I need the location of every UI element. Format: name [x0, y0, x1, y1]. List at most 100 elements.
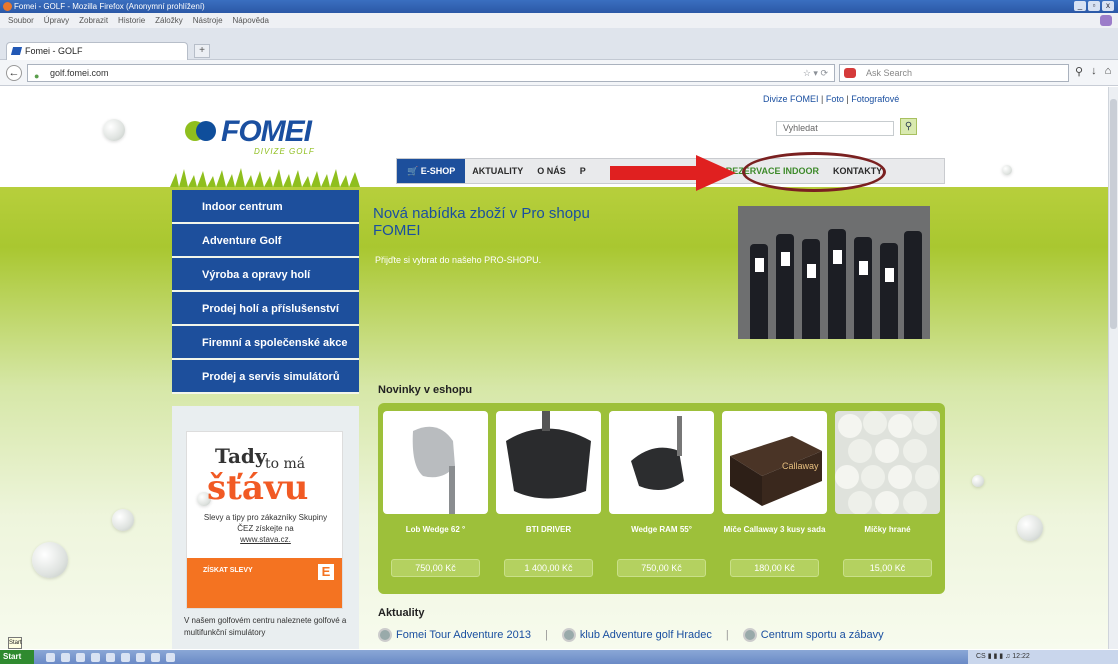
product-price: 750,00 Kč: [617, 559, 706, 577]
golf-ball-decoration: [1002, 165, 1012, 175]
logo-blue-circle: [196, 121, 216, 141]
golf-ball-decoration: [112, 509, 134, 531]
window-controls: _ ▫ x: [1074, 1, 1114, 11]
vertical-scrollbar[interactable]: [1108, 87, 1118, 649]
start-button[interactable]: Start: [0, 650, 34, 664]
menu-zobrazit[interactable]: Zobrazit: [79, 13, 108, 28]
nav-o-nas[interactable]: O NÁS: [530, 159, 573, 183]
windows-taskbar: Start CS ▮ ▮ ▮ ♫ 12:22: [0, 650, 1118, 664]
product-image[interactable]: [835, 411, 940, 514]
news-icon: [561, 628, 576, 642]
cez-logo-icon: E: [318, 564, 334, 580]
scrollbar-thumb[interactable]: [1110, 99, 1117, 329]
menu-soubor[interactable]: Soubor: [8, 13, 34, 28]
news-headline[interactable]: Nová nabídka zboží v Pro shopu FOMEI: [373, 205, 623, 239]
quicklaunch-icon[interactable]: [61, 652, 70, 662]
search-bar[interactable]: Ask Search: [839, 64, 1069, 82]
product-image[interactable]: Callaway: [722, 411, 827, 514]
product-image[interactable]: [609, 411, 714, 514]
site-identity-icon[interactable]: ●: [34, 68, 39, 84]
quicklaunch-icon[interactable]: [46, 652, 55, 662]
site-search-button[interactable]: ⚲: [900, 118, 917, 135]
minimize-button[interactable]: _: [1074, 1, 1086, 11]
sidebar-item-firemni-akce[interactable]: Firemní a společenské akce: [172, 326, 359, 360]
golf-ball-decoration: [972, 475, 984, 487]
product-name[interactable]: Míčky hrané: [835, 524, 940, 535]
quicklaunch-icon[interactable]: [76, 652, 85, 662]
product-card[interactable]: Lob Wedge 62 ° 750,00 Kč: [383, 411, 488, 585]
sidebar-item-adventure-golf[interactable]: Adventure Golf: [172, 224, 359, 258]
url-bar[interactable]: ● golf.fomei.com ☆ ▾ ⟳: [27, 64, 835, 82]
bookmark-star-icon[interactable]: ☆ ▾ ⟳: [803, 65, 828, 81]
quicklaunch-icon[interactable]: [166, 652, 175, 662]
quicklaunch-icon[interactable]: [151, 652, 160, 662]
sidebar-item-simulatory[interactable]: Prodej a servis simulátorů: [172, 360, 359, 394]
product-price: 15,00 Kč: [843, 559, 932, 577]
golf-ball-decoration: [103, 119, 125, 141]
product-name[interactable]: Lob Wedge 62 °: [383, 524, 488, 535]
ad-headline-1: Tady: [215, 444, 267, 468]
link-fotografove[interactable]: Fotografové: [851, 94, 899, 104]
product-image[interactable]: [496, 411, 601, 514]
product-price: 180,00 Kč: [730, 559, 819, 577]
ad-cta[interactable]: ZÍSKAT SLEVY E: [187, 558, 342, 608]
sidebar-text: V našem golfovém centru naleznete golfov…: [184, 616, 347, 637]
ad-text: Slevy a tipy pro zákazníky Skupiny ČEZ z…: [203, 513, 328, 544]
product-name[interactable]: Wedge RAM 55°: [609, 524, 714, 535]
product-card[interactable]: BTI DRIVER 1 400,00 Kč: [496, 411, 601, 585]
sidebar-item-prodej-holi[interactable]: Prodej holí a příslušenství: [172, 292, 359, 326]
sidebar-item-indoor-centrum[interactable]: Indoor centrum: [172, 190, 359, 224]
product-card[interactable]: Callaway Míče Callaway 3 kusy sada 180,0…: [722, 411, 827, 585]
menu-upravy[interactable]: Úpravy: [44, 13, 69, 28]
section-title-novinky: Novinky v eshopu: [378, 384, 473, 396]
link-foto[interactable]: Foto: [826, 94, 844, 104]
quicklaunch-icon[interactable]: [91, 652, 100, 662]
news-item[interactable]: klub Adventure golf Hradec: [561, 628, 712, 642]
home-icon[interactable]: ⌂: [1105, 65, 1112, 78]
product-image[interactable]: [383, 411, 488, 514]
clock: 12:22: [1012, 653, 1030, 660]
magnifier-icon: ⚲: [904, 121, 913, 132]
product-card[interactable]: Wedge RAM 55° 750,00 Kč: [609, 411, 714, 585]
product-name[interactable]: Míče Callaway 3 kusy sada: [722, 524, 827, 535]
menu-bar: Soubor Úpravy Zobrazit Historie Záložky …: [0, 13, 1118, 28]
sidebar-item-vyroba-opravy[interactable]: Výroba a opravy holí: [172, 258, 359, 292]
golf-ball-decoration: [1017, 515, 1043, 541]
search-engine-icon[interactable]: [844, 68, 856, 78]
stava-banner-ad[interactable]: Tady to má šťávu Slevy a tipy pro zákazn…: [186, 431, 343, 609]
nav-eshop[interactable]: 🛒 E-SHOP: [397, 159, 466, 183]
maximize-button[interactable]: ▫: [1088, 1, 1100, 11]
quicklaunch-icon[interactable]: [121, 652, 130, 662]
search-icon[interactable]: ⚲: [1075, 65, 1083, 78]
news-icon: [742, 628, 757, 642]
logo-subtitle: DIVIZE GOLF: [254, 147, 315, 156]
menu-historie[interactable]: Historie: [118, 13, 145, 28]
menu-napoveda[interactable]: Nápověda: [233, 13, 269, 28]
product-name[interactable]: BTI DRIVER: [496, 524, 601, 535]
link-divize-fomei[interactable]: Divize FOMEI: [763, 94, 819, 104]
new-tab-button[interactable]: +: [194, 44, 210, 58]
news-item[interactable]: Fomei Tour Adventure 2013: [378, 628, 531, 642]
golf-ball-decoration: [32, 542, 68, 578]
product-card[interactable]: Míčky hrané 15,00 Kč: [835, 411, 940, 585]
site-search-input[interactable]: Vyhledat: [776, 121, 894, 136]
section-title-aktuality: Aktuality: [378, 607, 425, 619]
nav-aktuality[interactable]: AKTUALITY: [465, 159, 530, 183]
cart-icon: 🛒: [407, 166, 421, 176]
fomei-logo[interactable]: FOMEI DIVIZE GOLF: [185, 115, 345, 160]
back-button[interactable]: ←: [6, 65, 22, 81]
menu-zalozky[interactable]: Záložky: [155, 13, 183, 28]
download-icon[interactable]: ↓: [1091, 65, 1097, 78]
tab-fomei[interactable]: Fomei - GOLF: [6, 42, 188, 60]
news-item[interactable]: Centrum sportu a zábavy: [742, 628, 884, 642]
nav-p[interactable]: P: [573, 159, 593, 183]
close-button[interactable]: x: [1102, 1, 1114, 11]
system-tray: CS ▮ ▮ ▮ ♫ 12:22: [968, 650, 1118, 664]
ad-headline-3: šťávu: [207, 468, 309, 508]
quicklaunch-icon[interactable]: [106, 652, 115, 662]
quicklaunch-icon[interactable]: [136, 652, 145, 662]
menu-nastroje[interactable]: Nástroje: [193, 13, 223, 28]
ad-url[interactable]: www.stava.cz.: [240, 535, 291, 544]
language-indicator[interactable]: CS: [976, 653, 986, 660]
top-links: Divize FOMEI | Foto | Fotografové: [763, 94, 900, 104]
